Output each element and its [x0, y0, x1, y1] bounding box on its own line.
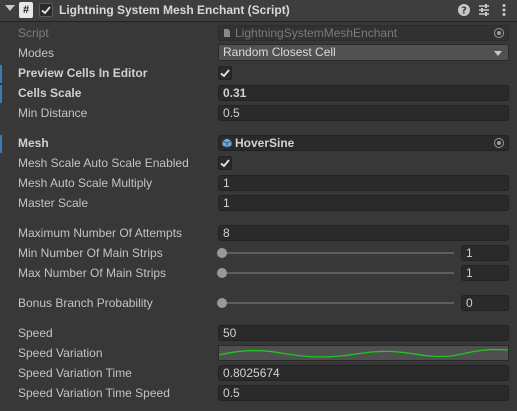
- max-main-strips-label[interactable]: Max Number Of Main Strips: [18, 266, 166, 280]
- curve-preview: [219, 348, 508, 358]
- dropdown-arrow-icon: [494, 51, 502, 56]
- speed-field[interactable]: 50: [218, 325, 509, 341]
- mesh-icon: [222, 138, 232, 148]
- foldout-arrow-icon[interactable]: [5, 5, 15, 11]
- mesh-auto-scale-multiply-field[interactable]: 1: [218, 175, 509, 191]
- script-value: LightningSystemMeshEnchant: [235, 26, 398, 40]
- cells-scale-label[interactable]: Cells Scale: [18, 86, 81, 100]
- modes-value: Random Closest Cell: [223, 45, 336, 59]
- mesh-auto-scale-checkbox[interactable]: [218, 156, 232, 170]
- presets-icon[interactable]: [476, 2, 492, 18]
- slider-thumb[interactable]: [217, 298, 227, 308]
- component-header: # Lightning System Mesh Enchant (Script)…: [0, 0, 517, 22]
- component-title: Lightning System Mesh Enchant (Script): [59, 3, 290, 17]
- max-attempts-field[interactable]: 8: [218, 225, 509, 241]
- speed-variation-time-speed-field[interactable]: 0.5: [218, 385, 509, 401]
- modified-marker: [0, 85, 2, 103]
- speed-label[interactable]: Speed: [18, 326, 53, 340]
- min-distance-field[interactable]: 0.5: [218, 105, 509, 121]
- preview-cells-label: Preview Cells In Editor: [18, 66, 148, 80]
- script-file-icon: [224, 29, 230, 37]
- bonus-branch-slider[interactable]: [217, 298, 454, 308]
- min-distance-label[interactable]: Min Distance: [18, 106, 87, 120]
- mesh-auto-scale-label: Mesh Scale Auto Scale Enabled: [18, 156, 189, 170]
- mesh-label: Mesh: [18, 136, 49, 150]
- speed-variation-curve-field[interactable]: [218, 345, 509, 361]
- mesh-field[interactable]: HoverSine: [218, 135, 509, 151]
- object-picker-icon[interactable]: [494, 138, 504, 148]
- speed-variation-time-label[interactable]: Speed Variation Time: [18, 366, 132, 380]
- modes-dropdown[interactable]: Random Closest Cell: [218, 44, 509, 61]
- checkmark-icon: [220, 69, 230, 78]
- master-scale-field[interactable]: 1: [218, 195, 509, 211]
- script-label: Script: [18, 26, 49, 40]
- preview-cells-checkbox[interactable]: [218, 66, 232, 80]
- min-main-strips-field[interactable]: 1: [461, 245, 509, 261]
- slider-thumb[interactable]: [217, 268, 227, 278]
- help-icon[interactable]: ?: [456, 2, 472, 18]
- master-scale-label[interactable]: Master Scale: [18, 196, 88, 210]
- script-icon: #: [19, 2, 33, 18]
- script-field: LightningSystemMeshEnchant: [218, 25, 509, 41]
- slider-thumb[interactable]: [217, 248, 227, 258]
- object-picker-icon: [494, 28, 504, 38]
- modified-marker: [0, 65, 2, 83]
- speed-variation-time-speed-label[interactable]: Speed Variation Time Speed: [18, 386, 170, 400]
- speed-variation-label: Speed Variation: [18, 346, 103, 360]
- max-main-strips-field[interactable]: 1: [461, 265, 509, 281]
- modes-label: Modes: [18, 46, 55, 60]
- min-main-strips-slider[interactable]: [217, 248, 454, 258]
- mesh-value: HoverSine: [235, 136, 295, 150]
- bonus-branch-field[interactable]: 0: [461, 295, 509, 311]
- more-icon[interactable]: [496, 2, 512, 18]
- component-enabled-checkbox[interactable]: [39, 3, 53, 17]
- modified-marker: [0, 135, 2, 153]
- max-main-strips-slider[interactable]: [217, 268, 454, 278]
- checkmark-icon: [41, 6, 51, 15]
- max-attempts-label[interactable]: Maximum Number Of Attempts: [18, 226, 182, 240]
- mesh-auto-scale-multiply-label[interactable]: Mesh Auto Scale Multiply: [18, 176, 152, 190]
- min-main-strips-label[interactable]: Min Number Of Main Strips: [18, 246, 163, 260]
- svg-text:?: ?: [461, 6, 467, 17]
- cells-scale-field[interactable]: 0.31: [218, 85, 509, 101]
- checkmark-icon: [220, 159, 230, 168]
- speed-variation-time-field[interactable]: 0.8025674: [218, 365, 509, 381]
- bonus-branch-label[interactable]: Bonus Branch Probability: [18, 296, 153, 310]
